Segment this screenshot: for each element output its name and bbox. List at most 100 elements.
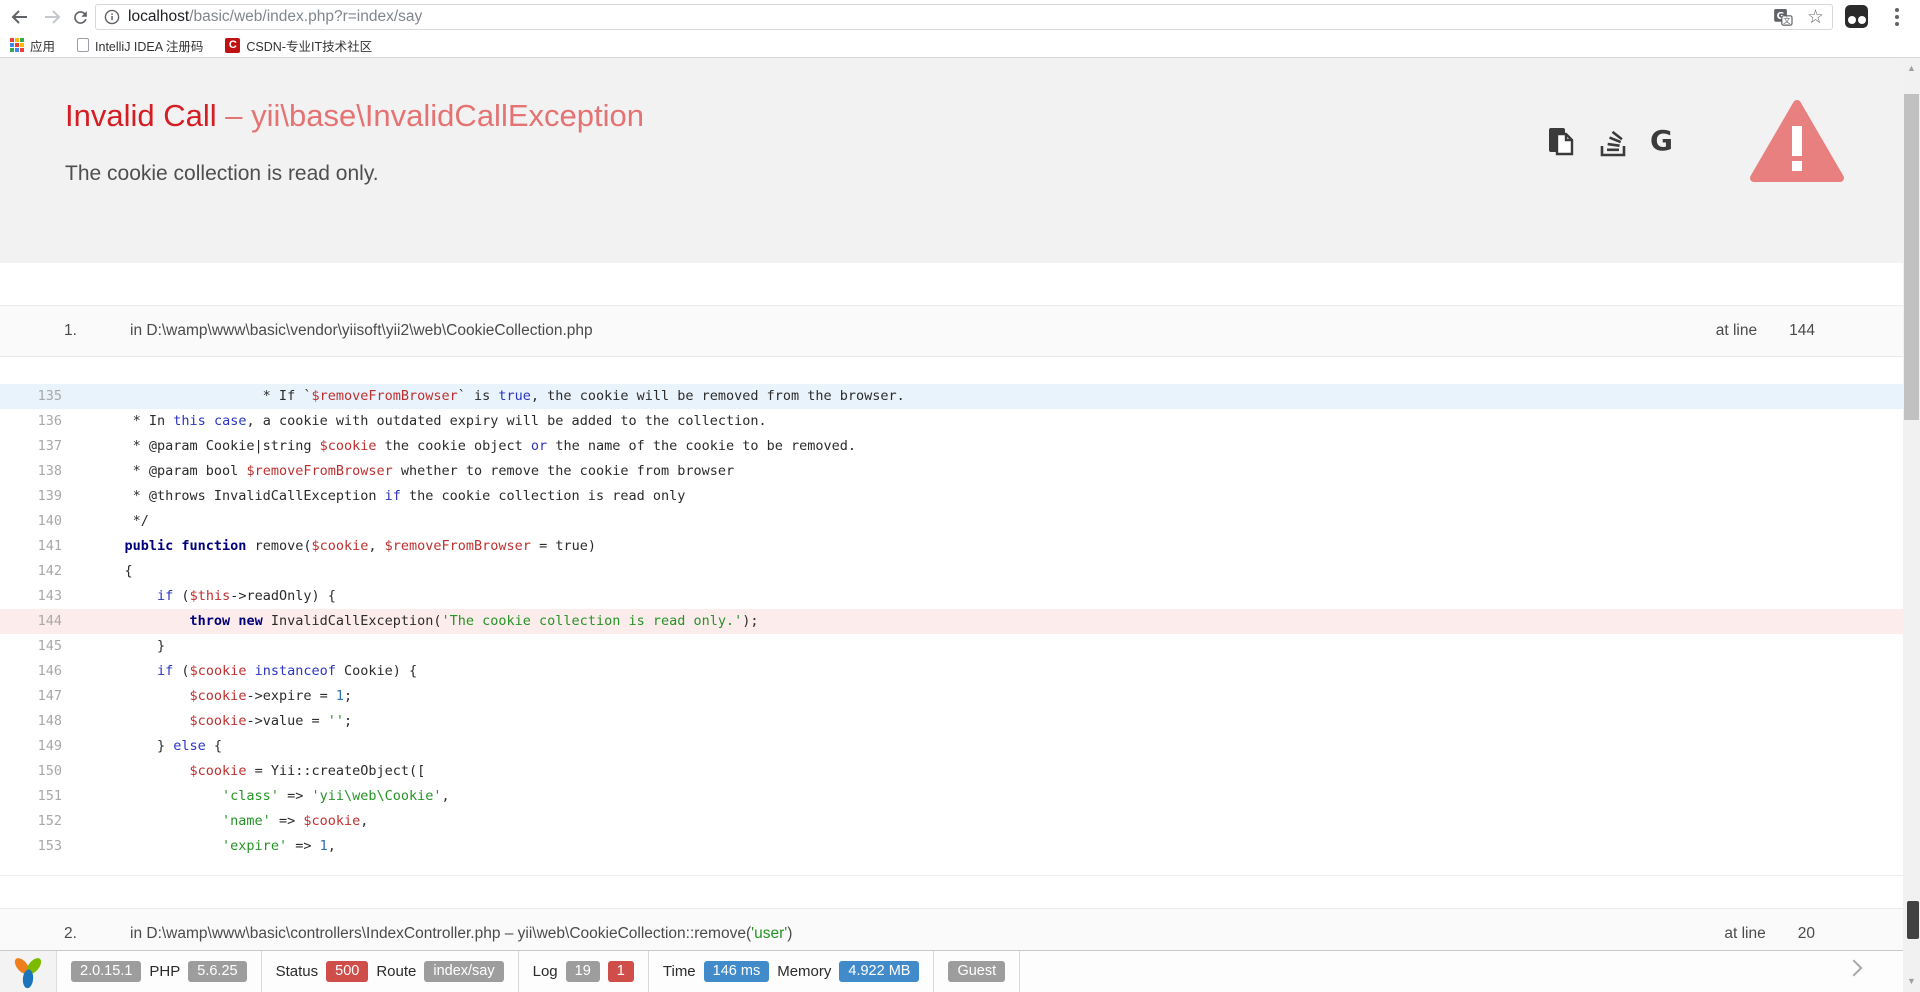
bookmark-apps[interactable]: 应用	[10, 36, 55, 55]
toolbar-collapse-chevron-icon[interactable]	[1846, 960, 1863, 977]
line-number: 136	[0, 409, 62, 434]
code-line-152[interactable]: 152 'name' => $cookie,	[0, 809, 1903, 834]
line-number: 146	[0, 659, 62, 684]
code-token: = true)	[531, 538, 596, 554]
code-token: the cookie collection is read only	[401, 488, 685, 504]
code-line-150[interactable]: 150 $cookie = Yii::createObject([	[0, 759, 1903, 784]
code-line-139[interactable]: 139 * @throws InvalidCallException if th…	[0, 484, 1903, 509]
code-line-136[interactable]: 136 * In this case, a cookie with outdat…	[0, 409, 1903, 434]
code-line-143[interactable]: 143 if ($this->readOnly) {	[0, 584, 1903, 609]
code-token: or	[531, 438, 547, 454]
line-number: 145	[0, 634, 62, 659]
scroll-up-icon[interactable]: ▲	[1903, 60, 1920, 77]
line-number: 135	[0, 384, 62, 409]
csdn-icon: C	[225, 38, 240, 53]
error-header: Invalid Call – yii\base\InvalidCallExcep…	[0, 58, 1903, 263]
code-line-149[interactable]: 149 } else {	[0, 734, 1903, 759]
browser-chrome: localhost/basic/web/index.php?r=index/sa…	[0, 0, 1920, 58]
code-token: 'yii\web\Cookie'	[311, 788, 441, 804]
code-token	[92, 538, 125, 554]
error-page: Invalid Call – yii\base\InvalidCallExcep…	[0, 58, 1903, 992]
page-info-icon[interactable]	[104, 9, 120, 25]
log-errors-badge: 1	[608, 961, 634, 982]
url-host: localhost	[128, 8, 189, 25]
code-token	[92, 838, 222, 854]
code-token: (	[173, 663, 189, 679]
translate-icon[interactable]: G文	[1774, 9, 1793, 26]
code-token: =>	[287, 838, 320, 854]
url-text[interactable]: localhost/basic/web/index.php?r=index/sa…	[128, 8, 422, 26]
bookmark-star-icon[interactable]: ☆	[1807, 8, 1824, 27]
toolbar-request-block[interactable]: Status 500 Route index/say	[262, 951, 519, 992]
code-line-138[interactable]: 138 * @param bool $removeFromBrowser whe…	[0, 459, 1903, 484]
at-line-label: at line	[1716, 322, 1757, 340]
line-number: 144	[0, 609, 62, 634]
code-line-145[interactable]: 145 }	[0, 634, 1903, 659]
code-line-135[interactable]: 135 * If `$removeFromBrowser` is true, t…	[0, 384, 1903, 409]
code-token	[206, 413, 214, 429]
google-search-button[interactable]: G	[1650, 124, 1673, 157]
bookmark-label: IntelliJ IDEA 注册码	[95, 36, 203, 55]
line-number: 138	[0, 459, 62, 484]
time-badge: 146 ms	[704, 961, 770, 982]
page-scrollbar[interactable]: ▲ ▼	[1903, 58, 1920, 992]
extension-icon[interactable]	[1845, 5, 1868, 28]
bookmarks-bar: 应用 IntelliJ IDEA 注册码 C CSDN-专业IT技术社区	[0, 33, 1920, 57]
address-bar[interactable]: localhost/basic/web/index.php?r=index/sa…	[95, 4, 1833, 30]
code-token: 1	[336, 688, 344, 704]
bookmark-csdn[interactable]: C CSDN-专业IT技术社区	[225, 36, 372, 55]
code-line-151[interactable]: 151 'class' => 'yii\web\Cookie',	[0, 784, 1903, 809]
toolbar-user-block[interactable]: Guest	[934, 951, 1020, 992]
code-line-147[interactable]: 147 $cookie->expire = 1;	[0, 684, 1903, 709]
bookmark-intellij[interactable]: IntelliJ IDEA 注册码	[77, 36, 203, 55]
code-line-153[interactable]: 153 'expire' => 1,	[0, 834, 1903, 859]
code-token: * @param bool	[92, 463, 246, 479]
code-line-146[interactable]: 146 if ($cookie instanceof Cookie) {	[0, 659, 1903, 684]
yii-logo-button[interactable]	[0, 951, 57, 992]
code-token: if	[157, 663, 173, 679]
refresh-button[interactable]	[68, 5, 92, 29]
code-line-140[interactable]: 140 */	[0, 509, 1903, 534]
code-token: ;	[344, 688, 352, 704]
log-label: Log	[533, 963, 558, 980]
copy-clipboard-icon	[1546, 126, 1576, 158]
stack-frame-1-header[interactable]: 1. in D:\wamp\www\basic\vendor\yiisoft\y…	[0, 305, 1903, 357]
code-token: throw new	[190, 613, 263, 629]
scroll-down-icon[interactable]: ▼	[1903, 973, 1920, 990]
php-version-badge: 5.6.25	[188, 961, 246, 982]
code-token: $cookie	[190, 713, 247, 729]
forward-button[interactable]	[40, 5, 64, 29]
time-label: Time	[663, 963, 696, 980]
refresh-icon	[71, 8, 90, 27]
line-number: 141	[0, 534, 62, 559]
code-line-148[interactable]: 148 $cookie->value = '';	[0, 709, 1903, 734]
back-arrow-icon	[10, 7, 30, 27]
line-number: 143	[0, 584, 62, 609]
code-token: $cookie	[303, 813, 360, 829]
code-token: = Yii::createObject([	[246, 763, 425, 779]
code-token: this	[173, 413, 206, 429]
browser-menu-icon[interactable]	[1890, 6, 1904, 28]
code-token: (	[173, 588, 189, 604]
line-number: 149	[0, 734, 62, 759]
code-line-144[interactable]: 144 throw new InvalidCallException('The …	[0, 609, 1903, 634]
stackoverflow-search-button[interactable]	[1598, 128, 1628, 158]
toolbar-log-block[interactable]: Log 19 1	[519, 951, 649, 992]
code-token: );	[742, 613, 758, 629]
header-icons: G	[0, 58, 1903, 263]
back-button[interactable]	[8, 5, 32, 29]
line-number: 142	[0, 559, 62, 584]
copy-clipboard-button[interactable]	[1546, 126, 1576, 158]
code-token: true	[498, 388, 531, 404]
code-token	[92, 663, 157, 679]
scrollbar-thumb[interactable]	[1904, 94, 1919, 420]
code-token: , a cookie with outdated expiry will be …	[246, 413, 766, 429]
toolbar-version-block[interactable]: 2.0.15.1 PHP 5.6.25	[57, 951, 262, 992]
code-line-137[interactable]: 137 * @param Cookie|string $cookie the c…	[0, 434, 1903, 459]
code-line-142[interactable]: 142 {	[0, 559, 1903, 584]
toolbar-profiling-block[interactable]: Time 146 ms Memory 4.922 MB	[649, 951, 935, 992]
code-token	[92, 713, 190, 729]
user-badge: Guest	[948, 961, 1005, 982]
code-token	[92, 813, 222, 829]
code-line-141[interactable]: 141 public function remove($cookie, $rem…	[0, 534, 1903, 559]
